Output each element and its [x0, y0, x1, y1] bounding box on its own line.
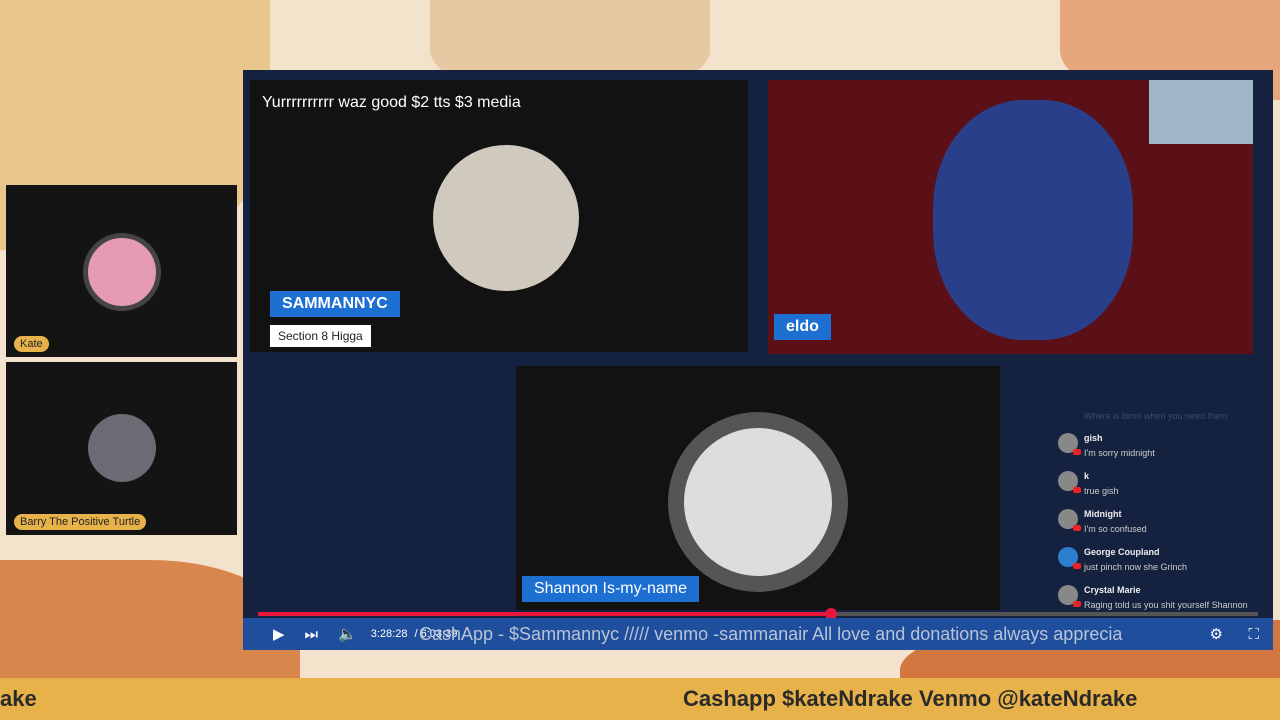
avatar: [433, 145, 579, 291]
control-bar: ▶ ⏭ 🔈 3:28:28 / 6:03:39 CashApp - $Samma…: [243, 618, 1273, 650]
chat-text: I'm sorry midnight: [1084, 448, 1155, 458]
next-icon[interactable]: ⏭: [305, 626, 319, 643]
video-player[interactable]: Yurrrrrrrrrr waz good $2 tts $3 media SA…: [243, 70, 1273, 650]
volume-icon[interactable]: 🔈: [338, 625, 357, 643]
tile-shannon: Shannon Is-my-name: [516, 366, 1000, 610]
name-label: Shannon Is-my-name: [522, 576, 699, 602]
avatar: [1058, 585, 1081, 607]
chat-text: Raging told us you shit yourself Shannon: [1084, 600, 1248, 610]
chat-user: George Coupland: [1084, 547, 1160, 557]
fullscreen-icon[interactable]: ⛶: [1248, 626, 1259, 643]
chat-text: I'm so confused: [1084, 524, 1147, 534]
tile-eldo: eldo: [768, 80, 1253, 354]
progress-fill: [258, 612, 831, 616]
participant-barry: Barry The Positive Turtle: [6, 362, 237, 535]
name-label: SAMMANNYC: [270, 291, 400, 317]
current-time: 3:28:28: [370, 628, 408, 640]
participant-name: Barry The Positive Turtle: [14, 514, 147, 530]
chat-message: George Coupland just pinch now she Grinch: [1058, 547, 1268, 575]
chat-faded-message: Where is bimo when you need them: [1084, 411, 1228, 421]
banner-text-left: ake: [0, 686, 37, 711]
chat-user: k: [1084, 471, 1090, 481]
tile-sammannyc: Yurrrrrrrrrr waz good $2 tts $3 media SA…: [250, 80, 748, 352]
chat-user: Midnight: [1084, 509, 1122, 519]
settings-icon[interactable]: ⚙: [1210, 625, 1223, 643]
play-icon[interactable]: ▶: [273, 625, 285, 643]
chat-text: true gish: [1084, 486, 1119, 496]
chat-message: gish I'm sorry midnight: [1058, 433, 1268, 461]
avatar: [1058, 509, 1081, 531]
chat-message: k true gish: [1058, 471, 1268, 499]
avatar: [1058, 547, 1081, 569]
participant-kate: Kate: [6, 185, 237, 357]
avatar: [1058, 471, 1081, 493]
chat-message: Crystal Marie Raging told us you shit you…: [1058, 585, 1268, 613]
chat-overlay: Where is bimo when you need them gish I'm…: [1058, 411, 1268, 623]
thumbnail: [1149, 80, 1253, 144]
chat-text: just pinch now she Grinch: [1084, 562, 1188, 572]
avatar: [82, 233, 161, 311]
chat-user: gish: [1084, 433, 1103, 443]
participant-name: Kate: [14, 336, 49, 352]
avatar: [87, 414, 156, 482]
banner-text-right: Cashapp $kateNdrake Venmo @kateNdrake: [683, 686, 1138, 711]
chat-message: Midnight I'm so confused: [1058, 509, 1268, 537]
name-label: eldo: [774, 314, 831, 340]
donation-banner: ake Cashapp $kateNdrake Venmo @kateNdrak…: [0, 678, 1280, 720]
progress-bar[interactable]: [258, 608, 1258, 620]
avatar: [668, 412, 848, 592]
avatar: [1058, 433, 1081, 455]
subtitle-label: Section 8 Higga: [270, 325, 371, 347]
donation-ticker: CashApp - $Sammannyc ///// venmo -samman…: [419, 624, 1123, 644]
stream-title: Yurrrrrrrrrr waz good $2 tts $3 media: [262, 94, 521, 111]
avatar: [933, 100, 1133, 340]
chat-user: Crystal Marie: [1084, 585, 1141, 595]
